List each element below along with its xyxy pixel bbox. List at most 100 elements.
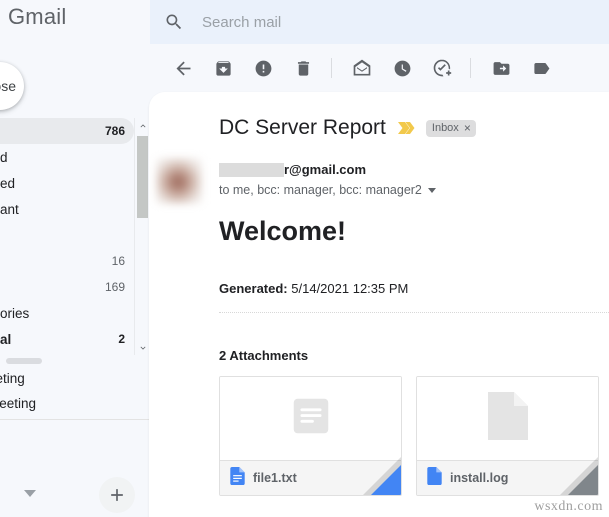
- report-spam-icon: [254, 59, 273, 78]
- generated-label: Generated:: [219, 281, 288, 296]
- text-lines-preview-icon: [288, 393, 334, 444]
- recipients-text: to me, bcc: manager, bcc: manager2: [219, 183, 422, 197]
- labels-button[interactable]: [524, 51, 558, 85]
- sidebar-item-categories[interactable]: ories: [0, 300, 134, 326]
- label-chip-inbox[interactable]: Inbox ×: [425, 119, 476, 137]
- sender-avatar: [156, 158, 202, 204]
- scrollbar-thumb[interactable]: [137, 136, 148, 218]
- sidebar-nav-list: 786 d ed ant 16 169 ories al 2: [0, 118, 134, 355]
- sidebar-item-important[interactable]: ant: [0, 196, 134, 222]
- sidebar-footer: [0, 474, 149, 517]
- label-chip-text: Inbox: [431, 121, 459, 134]
- attachment-preview: [220, 377, 401, 459]
- sidebar-item-snoozed[interactable]: ed: [0, 170, 134, 196]
- sidebar-item-all-mail[interactable]: 169: [0, 274, 134, 300]
- mark-unread-button[interactable]: [345, 51, 379, 85]
- message-toolbar: [149, 44, 609, 92]
- attachment-card[interactable]: file1.txt: [219, 376, 402, 496]
- sender-email: r@gmail.com: [284, 162, 367, 177]
- clock-icon: [393, 59, 412, 78]
- close-icon[interactable]: ×: [464, 122, 471, 134]
- attachment-filename: file1.txt: [253, 471, 297, 485]
- scrollbar-thumb[interactable]: [6, 358, 42, 364]
- sidebar: ose 786 d ed ant: [0, 44, 149, 517]
- gmail-app: Gmail ose 786 d ed: [0, 0, 609, 517]
- move-to-button[interactable]: [484, 51, 518, 85]
- attachment-corner-fold: [371, 465, 401, 495]
- sidebar-item-count: 2: [118, 332, 125, 346]
- message-body-generated: Generated: 5/14/2021 12:35 PM: [219, 281, 408, 296]
- snooze-button[interactable]: [385, 51, 419, 85]
- sidebar-horizontal-scrollbar[interactable]: [0, 356, 134, 366]
- sender-line: r@gmail.com: [219, 162, 366, 177]
- folder-move-icon: [492, 59, 511, 78]
- toolbar-divider: [470, 58, 471, 78]
- attachments-row: file1.txt install.log: [219, 376, 599, 496]
- toolbar-divider: [331, 58, 332, 78]
- search-icon: [164, 12, 184, 32]
- sidebar-item-inbox[interactable]: 786: [0, 118, 134, 144]
- sidebar-item-drafts[interactable]: 16: [0, 248, 134, 274]
- compose-button-label: ose: [0, 78, 16, 94]
- sidebar-item-label: ories: [0, 305, 30, 321]
- message-body-heading: Welcome!: [219, 216, 347, 246]
- sidebar-vertical-scrollbar[interactable]: [134, 118, 149, 355]
- sidebar-item-count: 16: [111, 254, 125, 268]
- task-add-icon: [432, 58, 452, 78]
- sidebar-item-starred[interactable]: d: [0, 144, 134, 170]
- delete-button[interactable]: [286, 51, 320, 85]
- gmail-logo: Gmail: [8, 4, 67, 29]
- mark-unread-icon: [352, 58, 372, 78]
- sidebar-item-label: al: [0, 331, 12, 347]
- caret-down-icon[interactable]: [427, 187, 436, 193]
- doc-file-icon: [427, 466, 442, 490]
- recipients-line[interactable]: to me, bcc: manager, bcc: manager2: [219, 183, 436, 197]
- sidebar-item-count: 169: [104, 280, 125, 294]
- body-divider: [219, 312, 609, 313]
- meet-item-label: meeting: [0, 396, 37, 411]
- trash-icon: [294, 59, 313, 78]
- compose-button[interactable]: ose: [0, 62, 24, 110]
- label-icon: [532, 59, 551, 78]
- sidebar-item-label: d: [0, 149, 8, 165]
- new-chat-button[interactable]: [99, 477, 135, 513]
- message-pane: DC Server Report Inbox × r@gmail.com to …: [149, 44, 609, 517]
- archive-button[interactable]: [206, 51, 240, 85]
- plus-icon: [107, 485, 127, 505]
- report-spam-button[interactable]: [246, 51, 280, 85]
- doc-file-icon: [230, 466, 245, 490]
- app-header: Gmail: [0, 0, 609, 44]
- sidebar-item-sent[interactable]: [0, 222, 134, 248]
- meet-new-meeting[interactable]: eeting: [0, 366, 134, 391]
- attachment-card[interactable]: install.log: [416, 376, 599, 496]
- meet-join-meeting[interactable]: meeting: [0, 391, 134, 416]
- attachment-preview: [417, 377, 598, 459]
- meet-section: eeting meeting: [0, 366, 134, 416]
- back-button[interactable]: [166, 51, 200, 85]
- arrow-left-icon: [173, 58, 194, 79]
- sidebar-item-updates[interactable]: ates 680: [0, 352, 134, 355]
- sidebar-item-label: ant: [0, 201, 19, 217]
- important-marker-icon[interactable]: [397, 121, 416, 135]
- caret-down-icon[interactable]: [24, 490, 36, 497]
- add-to-tasks-button[interactable]: [425, 51, 459, 85]
- chevron-down-icon[interactable]: [135, 340, 149, 355]
- sidebar-divider: [0, 419, 149, 420]
- sidebar-item-social[interactable]: al 2: [0, 326, 134, 352]
- watermark: wsxdn.com: [534, 499, 603, 514]
- meet-item-label: eeting: [0, 371, 25, 386]
- search-bar[interactable]: [150, 0, 609, 44]
- sender-name-redacted: [219, 162, 284, 177]
- search-input[interactable]: [202, 13, 532, 31]
- generated-value: 5/14/2021 12:35 PM: [291, 281, 409, 296]
- attachments-heading: 2 Attachments: [219, 348, 309, 363]
- sidebar-item-label: ed: [0, 175, 16, 191]
- attachment-filename: install.log: [450, 471, 509, 485]
- sidebar-nav-scroll-area: 786 d ed ant 16 169 ories al 2: [0, 118, 149, 355]
- subject-row: DC Server Report Inbox ×: [219, 116, 476, 140]
- blank-page-preview-icon: [487, 391, 528, 445]
- archive-icon: [214, 59, 233, 78]
- message-card: DC Server Report Inbox × r@gmail.com to …: [149, 92, 609, 517]
- sidebar-item-count: 786: [104, 124, 125, 138]
- chevron-up-icon[interactable]: [135, 118, 149, 133]
